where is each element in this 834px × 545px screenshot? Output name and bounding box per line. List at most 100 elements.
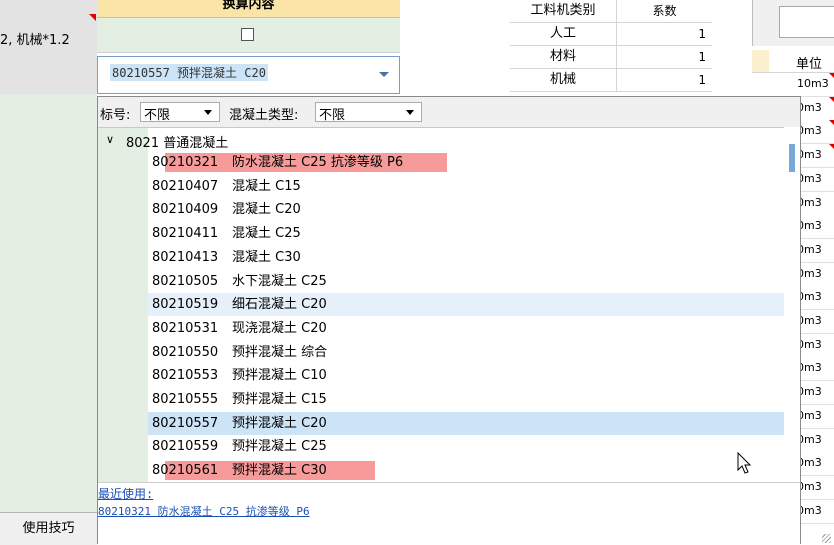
conversion-checkbox[interactable] [241, 28, 254, 41]
scrollbar-thumb[interactable] [789, 144, 795, 172]
item-code: 80210561 [152, 463, 219, 479]
list-item[interactable]: 80210561 预拌混凝土 C30 [148, 459, 784, 481]
item-name: 现浇混凝土 C20 [232, 320, 327, 336]
item-code: 80210519 [152, 297, 219, 313]
item-name: 混凝土 C20 [232, 202, 301, 218]
coef-cell[interactable]: 1 [617, 23, 712, 45]
item-code: 80210411 [152, 226, 219, 242]
list-item[interactable]: 80210519 细石混凝土 C20 [148, 293, 784, 317]
recent-item-link[interactable]: 80210321 防水混凝土 C25 抗渗等级 P6 [98, 503, 310, 519]
concrete-type-select[interactable]: 不限 [315, 102, 422, 123]
usage-tips-button[interactable]: 使用技巧 [0, 512, 97, 545]
item-name: 水下混凝土 C25 [232, 273, 327, 289]
material-dropdown-popup: 标号: 不限 混凝土类型: 不限 ∨ 8021 普通混凝土 80210321 防水… [97, 96, 801, 544]
combo-value: 80210557 预拌混凝土 C20 [110, 64, 268, 81]
column-header-category: 工料机类别 [510, 0, 617, 22]
unit-cell[interactable]: 0m3 [797, 499, 834, 524]
comment-marker-icon [829, 120, 834, 126]
unit-header-label: 单位 [796, 57, 823, 72]
item-code: 80210505 [152, 273, 219, 289]
item-code: 80210550 [152, 344, 219, 360]
unit-cell[interactable]: 0m3 [797, 286, 834, 311]
unit-cell[interactable]: 0m3 [797, 452, 834, 477]
material-combo[interactable]: 80210557 预拌混凝土 C20 [97, 56, 400, 94]
item-code: 80210553 [152, 368, 219, 384]
unit-cell[interactable]: 0m3 [797, 333, 834, 358]
unit-cell[interactable]: 0m3 [797, 215, 834, 240]
item-code: 80210321 [152, 155, 219, 170]
filter-bar: 标号: 不限 混凝土类型: 不限 [98, 97, 800, 128]
toolbar-button[interactable] [779, 6, 834, 38]
unit-cell[interactable]: 0m3 [797, 428, 834, 453]
unit-cell[interactable]: 0m3 [797, 262, 834, 287]
coef-cell[interactable]: 1 [617, 69, 712, 91]
table-row[interactable]: 材料 1 [510, 46, 712, 69]
comment-marker-icon [89, 14, 96, 21]
list-item[interactable]: 80210505 水下混凝土 C25 [148, 270, 784, 293]
table-row[interactable]: 机械 1 [510, 69, 712, 92]
item-code: 80210557 [152, 415, 219, 431]
mouse-cursor-icon [737, 452, 752, 474]
item-name: 细石混凝土 C20 [232, 297, 327, 313]
left-selected-cell[interactable]: 2, 机械*1.2 [0, 0, 97, 94]
unit-cell[interactable]: 0m3 [797, 310, 834, 334]
comment-marker-icon [829, 73, 834, 78]
item-code: 80210555 [152, 392, 219, 407]
chevron-down-icon [406, 110, 414, 115]
item-name: 预拌混凝土 C25 [232, 439, 327, 455]
coef-cell[interactable]: 1 [617, 46, 712, 68]
scrollbar[interactable] [784, 127, 800, 483]
category-cell: 机械 [510, 69, 617, 91]
unit-cell[interactable]: 0m3 [797, 167, 834, 192]
unit-cell[interactable]: 0m3 [797, 238, 834, 263]
list-item[interactable]: 80210555 预拌混凝土 C15 [148, 388, 784, 411]
material-list: 80210321 防水混凝土 C25 抗渗等级 P6 80210407 混凝土 C15… [148, 151, 784, 481]
unit-cell[interactable]: 0m3 [797, 475, 834, 500]
item-name: 预拌混凝土 C15 [232, 392, 327, 407]
list-item[interactable]: 80210321 防水混凝土 C25 抗渗等级 P6 [148, 151, 784, 174]
table-row[interactable]: 人工 1 [510, 23, 712, 46]
comment-marker-icon [829, 96, 834, 102]
list-item[interactable]: 80210557 预拌混凝土 C20 [148, 411, 784, 435]
unit-cell[interactable]: 0m3 [797, 381, 834, 406]
list-item[interactable]: 80210559 预拌混凝土 C25 [148, 435, 784, 458]
list-item[interactable]: 80210407 混凝土 C15 [148, 175, 784, 198]
column-header-coef: 系数 [652, 4, 677, 18]
item-name: 预拌混凝土 综合 [232, 344, 328, 360]
list-item[interactable]: 80210531 现浇混凝土 C20 [148, 317, 784, 340]
tree-indent-area [98, 128, 148, 482]
item-code: 80210409 [152, 202, 219, 218]
expand-chevron-icon[interactable]: ∨ [106, 133, 114, 146]
list-item[interactable]: 80210553 预拌混凝土 C10 [148, 364, 784, 387]
concrete-type-select-value: 不限 [319, 108, 346, 123]
list-item[interactable]: 80210550 预拌混凝土 综合 [148, 341, 784, 364]
checkbox-cell [97, 18, 400, 53]
list-item[interactable]: 80210413 混凝土 C30 [148, 246, 784, 269]
item-code: 80210413 [152, 249, 219, 265]
left-cell-text: 2, 机械*1.2 [0, 33, 70, 48]
item-code: 80210559 [152, 439, 219, 455]
grade-select-value: 不限 [144, 108, 171, 123]
recent-label: 最近使用: [98, 487, 154, 501]
unit-cell[interactable]: 0m3 [797, 357, 834, 382]
unit-cell[interactable]: 0m3 [797, 191, 834, 216]
item-name: 混凝土 C15 [232, 178, 301, 194]
unit-cell[interactable]: 0m3 [797, 404, 834, 429]
grade-select[interactable]: 不限 [140, 102, 220, 123]
resize-grip-icon[interactable] [822, 534, 831, 543]
category-cell: 人工 [510, 23, 617, 45]
category-cell: 材料 [510, 46, 617, 68]
toolbar-area [752, 0, 834, 46]
list-item[interactable]: 80210411 混凝土 C25 [148, 222, 784, 245]
list-item[interactable]: 80210409 混凝土 C20 [148, 198, 784, 221]
chevron-down-icon[interactable] [379, 72, 389, 77]
header-corner [752, 50, 769, 72]
unit-header: 单位 [752, 50, 834, 73]
chevron-down-icon [204, 110, 212, 115]
grade-label: 标号: [100, 108, 131, 123]
comment-marker-icon [829, 144, 834, 150]
concrete-type-label: 混凝土类型: [229, 108, 299, 123]
conversion-content-header: 换算内容 [97, 0, 400, 18]
item-code: 80210531 [152, 320, 219, 336]
item-name: 预拌混凝土 C10 [232, 368, 327, 384]
